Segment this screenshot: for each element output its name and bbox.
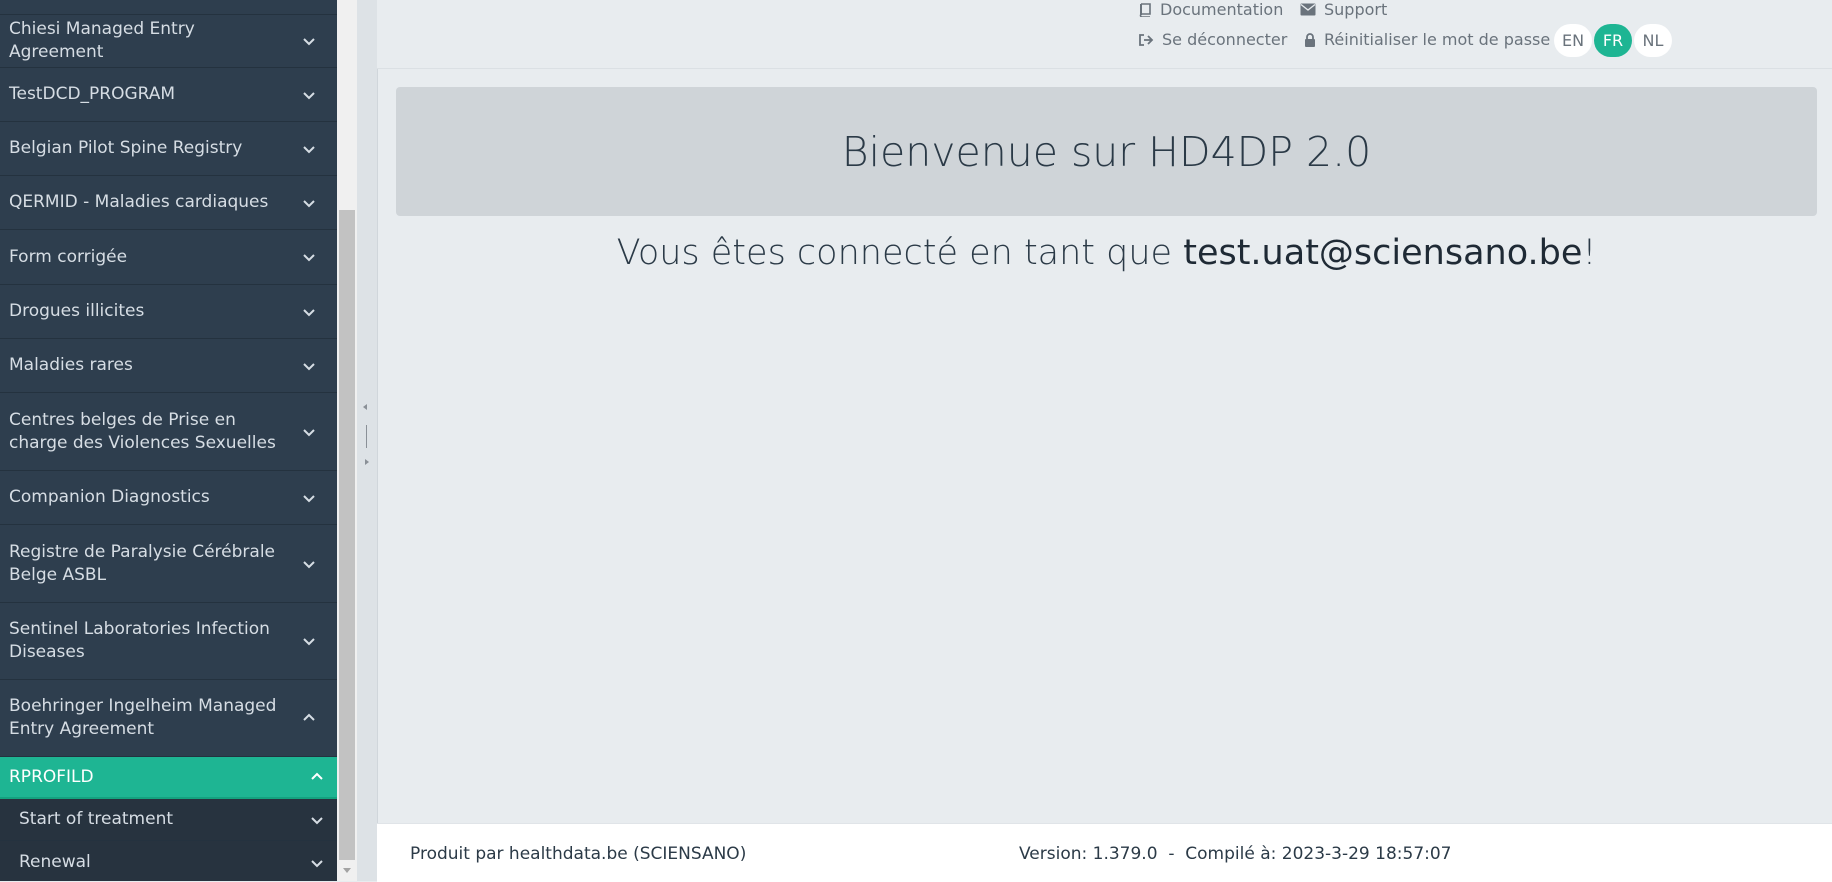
sign-out-icon [1139, 33, 1154, 46]
chevron-down-icon [303, 199, 315, 207]
language-en-button[interactable]: EN [1554, 24, 1592, 57]
lock-icon [1305, 32, 1315, 47]
user-email: test.uat@sciensano.be [1183, 233, 1583, 273]
chevron-up-icon [303, 713, 315, 721]
language-fr-button[interactable]: FR [1594, 24, 1632, 57]
sidebar-item-testdcd[interactable]: TestDCD_PROGRAM [0, 68, 337, 122]
footer: Produit par healthdata.be (SCIENSANO) Ve… [377, 823, 1832, 882]
documentation-link[interactable]: Documentation [1138, 0, 1283, 19]
chevron-down-icon [303, 308, 315, 316]
reset-password-link[interactable]: Réinitialiser le mot de passe [1304, 30, 1550, 49]
sidebar-item-sentinel-laboratories[interactable]: Sentinel Laboratories Infection Diseases [0, 603, 337, 680]
sidebar-item-label: QERMID - Maladies cardiaques [9, 192, 269, 212]
produced-by-text: Produit par healthdata.be (SCIENSANO) [410, 844, 747, 864]
support-label: Support [1324, 0, 1388, 19]
expand-right-icon[interactable] [365, 459, 369, 465]
collapse-left-icon[interactable] [363, 404, 367, 410]
sidebar-item-label: RPROFILD [9, 766, 94, 787]
language-nl-button[interactable]: NL [1634, 24, 1672, 57]
sidebar-scrollbar[interactable] [337, 0, 357, 881]
sidebar-item-label: TestDCD_PROGRAM [9, 84, 176, 104]
sidebar-splitter[interactable] [357, 0, 378, 881]
connected-suffix: ! [1582, 233, 1597, 273]
reset-password-label: Réinitialiser le mot de passe [1324, 30, 1551, 49]
connected-as-text: Vous êtes connecté en tant que test.uat@… [396, 233, 1817, 273]
chevron-down-icon [303, 254, 315, 262]
chevron-down-icon [303, 145, 315, 153]
sidebar-item-label: Companion Diagnostics [9, 487, 210, 507]
sidebar-item-label: Form corrigée [9, 246, 128, 267]
sidebar-item-label: Maladies rares [9, 355, 133, 375]
support-link[interactable]: Support [1300, 0, 1387, 19]
chevron-down-icon [303, 428, 315, 436]
sidebar-item-partial[interactable] [0, 0, 337, 15]
scroll-down-arrow-icon[interactable] [343, 868, 351, 873]
welcome-panel: Bienvenue sur HD4DP 2.0 [396, 87, 1817, 216]
documentation-label: Documentation [1160, 0, 1284, 19]
envelope-icon [1300, 3, 1316, 16]
sidebar-item-label: Start of treatment [19, 809, 174, 829]
chevron-down-icon [311, 859, 323, 867]
sidebar-item-violences-sexuelles[interactable]: Centres belges de Prise en charge des Vi… [0, 393, 337, 471]
sidebar-item-spine-registry[interactable]: Belgian Pilot Spine Registry [0, 122, 337, 176]
sidebar-subitem-start-of-treatment[interactable]: Start of treatment [0, 799, 337, 841]
sidebar-item-form-corrigee[interactable]: Form corrigée [0, 230, 337, 285]
sidebar-item-label: Renewal [19, 852, 91, 872]
sidebar-item-chiesi[interactable]: Chiesi Managed Entry Agreement [0, 14, 337, 68]
sidebar-item-drogues[interactable]: Drogues illicites [0, 285, 337, 339]
sidebar-item-boehringer[interactable]: Boehringer Ingelheim Managed Entry Agree… [0, 680, 337, 757]
book-icon [1139, 2, 1151, 17]
sidebar-item-label: Boehringer Ingelheim Managed Entry Agree… [9, 696, 277, 739]
chevron-down-icon [311, 816, 323, 824]
chevron-down-icon [303, 362, 315, 370]
sidebar-item-companion-diagnostics[interactable]: Companion Diagnostics [0, 471, 337, 525]
chevron-down-icon [303, 91, 315, 99]
sidebar-item-label: Belgian Pilot Spine Registry [9, 138, 243, 158]
chevron-down-icon [303, 638, 315, 646]
sidebar-item-label: Sentinel Laboratories Infection Diseases [9, 619, 270, 662]
sidebar-subitem-renewal[interactable]: Renewal [0, 841, 337, 881]
chevron-down-icon [303, 494, 315, 502]
sidebar-item-label: Chiesi Managed Entry Agreement [9, 18, 195, 62]
sidebar-item-label: Drogues illicites [9, 301, 145, 321]
scrollbar-thumb[interactable] [339, 210, 355, 860]
logout-label: Se déconnecter [1162, 30, 1288, 49]
top-bar: Documentation Support Se déconnecter Réi… [377, 0, 1832, 69]
sidebar-item-label: Centres belges de Prise en charge des Vi… [9, 409, 276, 453]
sidebar-item-qermid[interactable]: QERMID - Maladies cardiaques [0, 176, 337, 230]
splitter-handle[interactable] [366, 425, 367, 448]
sidebar-item-label: Registre de Paralysie Cérébrale Belge AS… [9, 541, 275, 585]
version-text: Version: 1.379.0 - Compilé à: 2023-3-29 … [1019, 844, 1452, 864]
logout-link[interactable]: Se déconnecter [1138, 30, 1287, 49]
connected-prefix: Vous êtes connecté en tant que [616, 233, 1184, 273]
chevron-up-icon [311, 772, 323, 780]
chevron-down-icon [303, 37, 315, 45]
sidebar-item-maladies-rares[interactable]: Maladies rares [0, 339, 337, 393]
welcome-title: Bienvenue sur HD4DP 2.0 [841, 127, 1372, 176]
sidebar: Chiesi Managed Entry Agreement TestDCD_P… [0, 0, 337, 881]
sidebar-item-rprofild[interactable]: RPROFILD [0, 757, 337, 799]
sidebar-item-paralysie-cerebrale[interactable]: Registre de Paralysie Cérébrale Belge AS… [0, 525, 337, 603]
chevron-down-icon [303, 560, 315, 568]
